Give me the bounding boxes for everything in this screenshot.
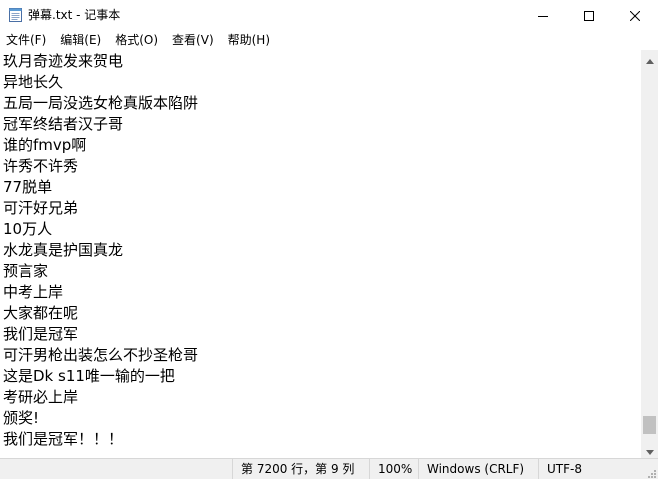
text-line: 五局一局没选女枪真版本陷阱 — [3, 94, 199, 112]
status-encoding: UTF-8 — [538, 459, 644, 479]
text-editor[interactable]: 玖月奇迹发来贺电 异地长久 五局一局没选女枪真版本陷阱 冠军终结者汉子哥 谁的f… — [0, 50, 641, 458]
window-title: 弹幕.txt - 记事本 — [28, 8, 121, 22]
text-line: 异地长久 — [3, 73, 64, 91]
text-line: 可汗好兄弟 — [3, 199, 79, 217]
menu-edit[interactable]: 编辑(E) — [53, 30, 108, 50]
text-line: 预言家 — [3, 262, 49, 280]
text-line: 可汗男枪出装怎么不抄圣枪哥 — [3, 346, 199, 364]
menu-help[interactable]: 帮助(H) — [221, 30, 277, 50]
text-line: 考研必上岸 — [3, 388, 79, 406]
maximize-icon — [584, 6, 594, 25]
chevron-up-icon — [645, 49, 654, 68]
text-line: 77脱单 — [3, 178, 53, 196]
text-line: 谁的fmvp啊 — [3, 136, 87, 154]
close-icon — [629, 6, 641, 25]
status-bar: 第 7200 行，第 9 列 100% Windows (CRLF) UTF-8 — [0, 458, 658, 479]
text-line: 玖月奇迹发来贺电 — [3, 52, 124, 70]
title-bar[interactable]: 弹幕.txt - 记事本 — [0, 0, 658, 30]
text-line: 中考上岸 — [3, 283, 64, 301]
maximize-button[interactable] — [566, 0, 612, 30]
status-cursor-position: 第 7200 行，第 9 列 — [232, 459, 369, 479]
scroll-down-button[interactable] — [641, 441, 658, 458]
menu-view[interactable]: 查看(V) — [165, 30, 221, 50]
chevron-down-icon — [645, 440, 654, 459]
minimize-icon — [538, 6, 548, 25]
menu-format[interactable]: 格式(O) — [108, 30, 165, 50]
minimize-button[interactable] — [520, 0, 566, 30]
text-line: 大家都在呢 — [3, 304, 79, 322]
resize-grip-icon[interactable] — [646, 467, 656, 478]
text-line: 这是Dk s11唯一输的一把 — [3, 367, 175, 385]
text-line: 我们是冠军！！！ — [3, 430, 124, 448]
status-zoom: 100% — [369, 459, 418, 479]
text-line: 冠军终结者汉子哥 — [3, 115, 124, 133]
text-line: 水龙真是护国真龙 — [3, 241, 124, 259]
scroll-thumb[interactable] — [643, 415, 656, 434]
text-line: 颁奖! — [3, 409, 40, 427]
text-line: 许秀不许秀 — [3, 157, 79, 175]
notepad-icon — [9, 7, 22, 22]
vertical-scrollbar[interactable] — [641, 50, 658, 458]
notepad-window: 弹幕.txt - 记事本 文件(F) 编辑(E) 格式(O) 查看(V) 帮助(… — [0, 0, 658, 479]
text-line: 我们是冠军 — [3, 325, 79, 343]
menu-bar: 文件(F) 编辑(E) 格式(O) 查看(V) 帮助(H) — [0, 30, 658, 50]
close-button[interactable] — [612, 0, 658, 30]
scroll-up-button[interactable] — [641, 50, 658, 67]
text-line: 10万人 — [3, 220, 53, 238]
menu-file[interactable]: 文件(F) — [0, 30, 53, 50]
status-line-ending: Windows (CRLF) — [418, 459, 538, 479]
